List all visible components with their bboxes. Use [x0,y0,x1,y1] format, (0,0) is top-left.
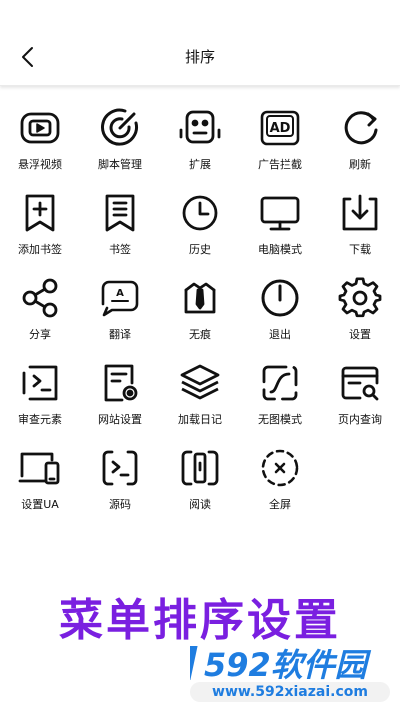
menu-item-label: 下载 [349,243,371,256]
menu-item-settings[interactable]: 设置 [320,270,400,355]
menu-item-label: 全屏 [269,498,291,511]
translate-icon: A [101,280,139,317]
desktop-monitor-icon [260,196,300,231]
menu-item-label: 网站设置 [98,413,142,426]
menu-item-label: 刷新 [349,158,371,171]
refresh-icon [344,111,378,145]
menu-item-exit[interactable]: 退出 [240,270,320,355]
menu-item-label: 历史 [189,243,211,256]
menu-item-set-ua[interactable]: 设置UA [0,440,80,525]
menu-item-add-bookmark[interactable]: 添加书签 [0,185,80,270]
menu-item-label: 无图模式 [258,413,302,426]
menu-item-label: 设置 [349,328,371,341]
source-code-icon [102,450,138,486]
menu-item-translate[interactable]: A 翻译 [80,270,160,355]
floating-video-icon [20,112,60,144]
share-icon [22,278,58,318]
menu-item-source-code[interactable]: 源码 [80,440,160,525]
menu-item-inspect-element[interactable]: 审查元素 [0,355,80,440]
menu-item-load-log[interactable]: 加载日记 [160,355,240,440]
add-bookmark-icon [25,194,55,232]
site-settings-icon [104,364,138,402]
menu-item-label: 脚本管理 [98,158,142,171]
menu-item-extensions[interactable]: 扩展 [160,100,240,185]
layers-icon [180,364,220,400]
watermark: 592软件园 www.592xiazai.com [190,644,390,704]
menu-item-download[interactable]: 下载 [320,185,400,270]
menu-item-label: 分享 [29,328,51,341]
menu-item-label: 退出 [269,328,291,341]
menu-item-label: 广告拦截 [258,158,302,171]
menu-item-share[interactable]: 分享 [0,270,80,355]
reader-icon [181,450,219,486]
menu-item-label: 电脑模式 [258,243,302,256]
svg-text:A: A [116,288,124,299]
menu-item-label: 源码 [109,498,131,511]
menu-item-label: 扩展 [189,158,211,171]
incognito-tie-icon [184,282,216,314]
promo-banner-text: 菜单排序设置 [59,595,341,646]
menu-item-no-image-mode[interactable]: 无图模式 [240,355,320,440]
menu-item-label: 设置UA [21,498,59,511]
menu-item-floating-video[interactable]: 悬浮视频 [0,100,80,185]
menu-item-refresh[interactable]: 刷新 [320,100,400,185]
menu-item-label: 加载日记 [178,413,222,426]
menu-item-script-manager[interactable]: 脚本管理 [80,100,160,185]
menu-item-label: 阅读 [189,498,211,511]
power-icon [261,279,299,317]
menu-item-site-settings[interactable]: 网站设置 [80,355,160,440]
menu-item-label: 无痕 [189,328,211,341]
script-target-icon [101,108,138,146]
watermark-logo: 592软件园 [190,646,372,682]
watermark-url: www.592xiazai.com [190,682,390,702]
menu-item-label: 页内查询 [338,413,382,426]
menu-item-history[interactable]: 历史 [160,185,240,270]
gear-icon [338,277,382,318]
no-image-icon [262,365,298,401]
user-agent-icon [18,452,60,485]
ad-block-icon: AD [260,110,300,146]
fullscreen-icon [261,449,299,487]
top-app-bar: 排序 [0,0,400,86]
page-title: 排序 [184,48,215,66]
find-in-page-icon [341,366,379,401]
watermark-brand: 592软件园 [204,646,372,682]
menu-item-label: 悬浮视频 [18,158,62,171]
menu-item-reader[interactable]: 阅读 [160,440,240,525]
menu-item-ad-block[interactable]: AD 广告拦截 [240,100,320,185]
menu-item-label: 书签 [109,243,131,256]
bookmark-icon [105,194,135,232]
history-clock-icon [182,195,218,231]
menu-item-fullscreen[interactable]: 全屏 [240,440,320,525]
menu-grid: 悬浮视频 脚本管理 扩展 AD 广告拦截 刷新 添加书签 书签 历史 电脑模式 … [0,100,400,525]
svg-text:AD: AD [270,121,291,136]
menu-item-incognito[interactable]: 无痕 [160,270,240,355]
menu-item-find-in-page[interactable]: 页内查询 [320,355,400,440]
robot-extension-icon [179,110,221,144]
menu-item-label: 审查元素 [18,413,62,426]
terminal-icon [22,365,58,401]
menu-item-bookmarks[interactable]: 书签 [80,185,160,270]
menu-item-label: 翻译 [109,328,131,341]
menu-item-desktop-mode[interactable]: 电脑模式 [240,185,320,270]
menu-item-label: 添加书签 [18,243,62,256]
download-icon [342,194,378,231]
